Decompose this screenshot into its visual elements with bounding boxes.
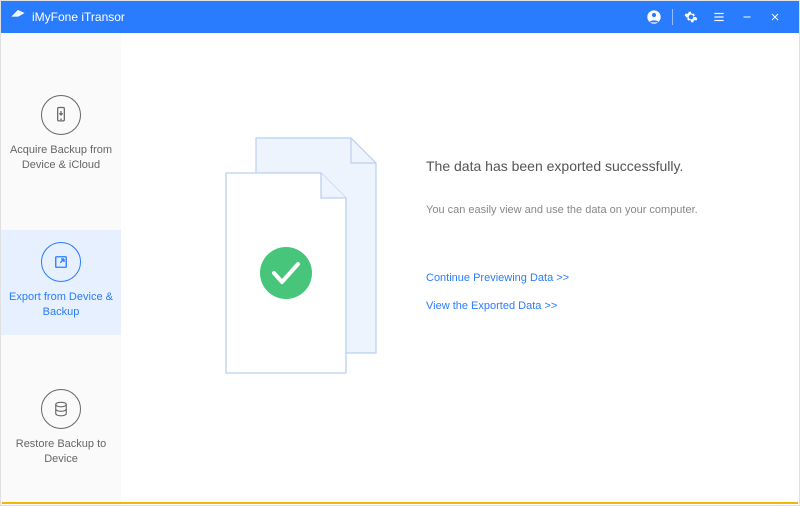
app-title: iMyFone iTransor [32,10,125,24]
view-exported-data-link[interactable]: View the Exported Data >> [426,300,746,312]
sidebar-item-label: Acquire Backup from Device & iCloud [6,143,116,174]
phone-download-icon [41,95,81,135]
sidebar-item-acquire[interactable]: Acquire Backup from Device & iCloud [1,83,121,188]
sidebar-item-label: Restore Backup to Device [6,437,116,468]
sidebar-item-export[interactable]: Export from Device & Backup [1,230,121,335]
sidebar: Acquire Backup from Device & iCloud Expo… [1,33,121,505]
titlebar: iMyFone iTransor [1,1,799,33]
app-logo-icon [11,9,25,26]
sidebar-item-restore[interactable]: Restore Backup to Device [1,377,121,482]
database-icon [41,389,81,429]
app-body: Acquire Backup from Device & iCloud Expo… [1,33,799,505]
titlebar-controls [640,1,789,33]
settings-icon[interactable] [677,1,705,33]
menu-icon[interactable] [705,1,733,33]
account-icon[interactable] [640,1,668,33]
titlebar-divider [672,9,673,25]
export-success-illustration [201,133,381,378]
export-icon [41,242,81,282]
result-heading: The data has been exported successfully. [426,158,746,174]
sidebar-item-label: Export from Device & Backup [6,290,116,321]
main-content: The data has been exported successfully.… [121,33,799,505]
close-button[interactable] [761,1,789,33]
result-subtext: You can easily view and use the data on … [426,204,746,216]
result-text-block: The data has been exported successfully.… [426,158,746,328]
continue-previewing-link[interactable]: Continue Previewing Data >> [426,272,746,284]
titlebar-left: iMyFone iTransor [11,9,125,26]
footer-accent-line [2,502,798,504]
minimize-button[interactable] [733,1,761,33]
